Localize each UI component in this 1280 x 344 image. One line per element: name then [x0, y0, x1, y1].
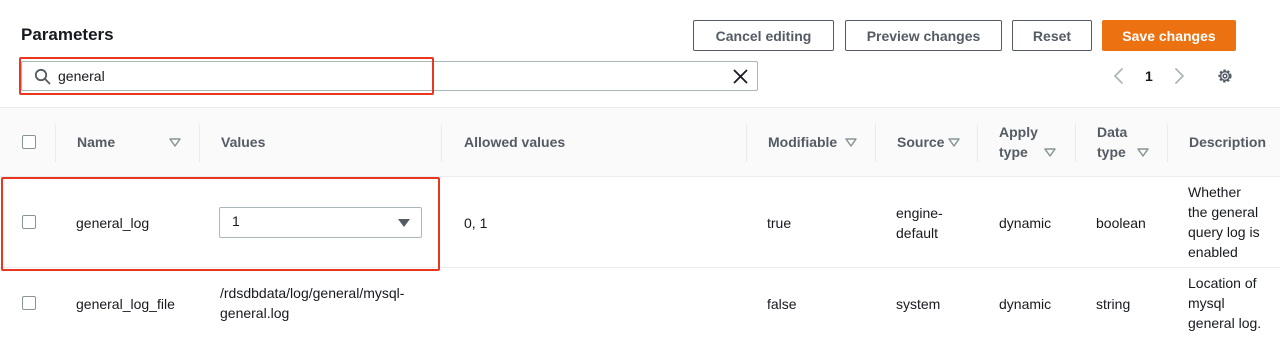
column-divider — [977, 124, 978, 162]
page-title: Parameters — [21, 25, 114, 44]
column-header-name[interactable]: Name — [77, 132, 115, 152]
sort-icon[interactable] — [1137, 148, 1149, 158]
sort-icon[interactable] — [1044, 148, 1056, 158]
apply-type-value: dynamic — [999, 215, 1052, 231]
chevron-left-icon[interactable] — [1112, 67, 1126, 85]
sort-icon[interactable] — [948, 138, 960, 148]
sort-icon[interactable] — [845, 138, 857, 148]
row-checkbox[interactable] — [22, 296, 36, 310]
allowed-values: 0, 1 — [464, 215, 488, 231]
column-divider — [746, 124, 747, 162]
parameter-name: general_log_file — [76, 296, 175, 312]
table-row[interactable]: general_log_file /rdsdbdata/log/general/… — [0, 268, 1280, 344]
column-header-description: Description — [1189, 134, 1267, 150]
source-value: system — [896, 296, 941, 312]
close-icon[interactable] — [732, 68, 749, 85]
select-value: 1 — [232, 213, 240, 229]
parameters-panel: Parameters Cancel editing Preview change… — [0, 0, 1280, 344]
modifiable-value: false — [767, 296, 797, 312]
select-all-checkbox[interactable] — [22, 135, 36, 149]
save-changes-button[interactable]: Save changes — [1102, 20, 1236, 51]
source-value: engine- default — [896, 205, 943, 241]
table-row[interactable]: general_log 0, 1 true engine- default dy… — [0, 177, 1280, 268]
row-checkbox[interactable] — [22, 215, 36, 229]
cancel-editing-button[interactable]: Cancel editing — [693, 20, 834, 51]
chevron-right-icon[interactable] — [1172, 67, 1186, 85]
parameter-name: general_log — [76, 215, 150, 231]
preview-changes-button[interactable]: Preview changes — [845, 20, 1002, 51]
column-header-source[interactable]: Source — [897, 132, 944, 152]
column-divider — [1167, 124, 1168, 162]
column-divider — [199, 124, 200, 162]
search-input[interactable] — [58, 66, 708, 86]
parameter-value: /rdsdbdata/log/general/mysql- general.lo… — [220, 285, 405, 321]
search-icon — [34, 68, 51, 85]
description-value: Location of mysql general log. — [1188, 275, 1262, 331]
column-divider — [441, 124, 442, 162]
caret-down-icon — [398, 219, 410, 227]
data-type-value: string — [1096, 296, 1131, 312]
search-field[interactable] — [21, 61, 758, 91]
data-type-value: boolean — [1096, 215, 1146, 231]
modifiable-value: true — [767, 215, 792, 231]
column-header-values: Values — [221, 134, 266, 150]
column-divider — [875, 124, 876, 162]
gear-icon[interactable] — [1216, 67, 1234, 85]
value-select[interactable]: 1 — [219, 207, 422, 238]
apply-type-value: dynamic — [999, 296, 1052, 312]
description-value: Whether the general query log is enabled — [1188, 184, 1260, 260]
column-header-apply-type[interactable]: Apply type — [999, 122, 1038, 162]
column-header-data-type[interactable]: Data type — [1097, 122, 1127, 162]
sort-icon[interactable] — [169, 138, 181, 148]
column-divider — [1075, 124, 1076, 162]
pagination-current-page[interactable]: 1 — [1145, 66, 1153, 86]
table-header: Name Values Allowed values Modifiable So… — [0, 107, 1280, 177]
column-header-allowed-values: Allowed values — [464, 134, 566, 150]
reset-button[interactable]: Reset — [1012, 20, 1092, 51]
column-divider — [55, 124, 56, 162]
column-header-modifiable[interactable]: Modifiable — [768, 132, 837, 152]
